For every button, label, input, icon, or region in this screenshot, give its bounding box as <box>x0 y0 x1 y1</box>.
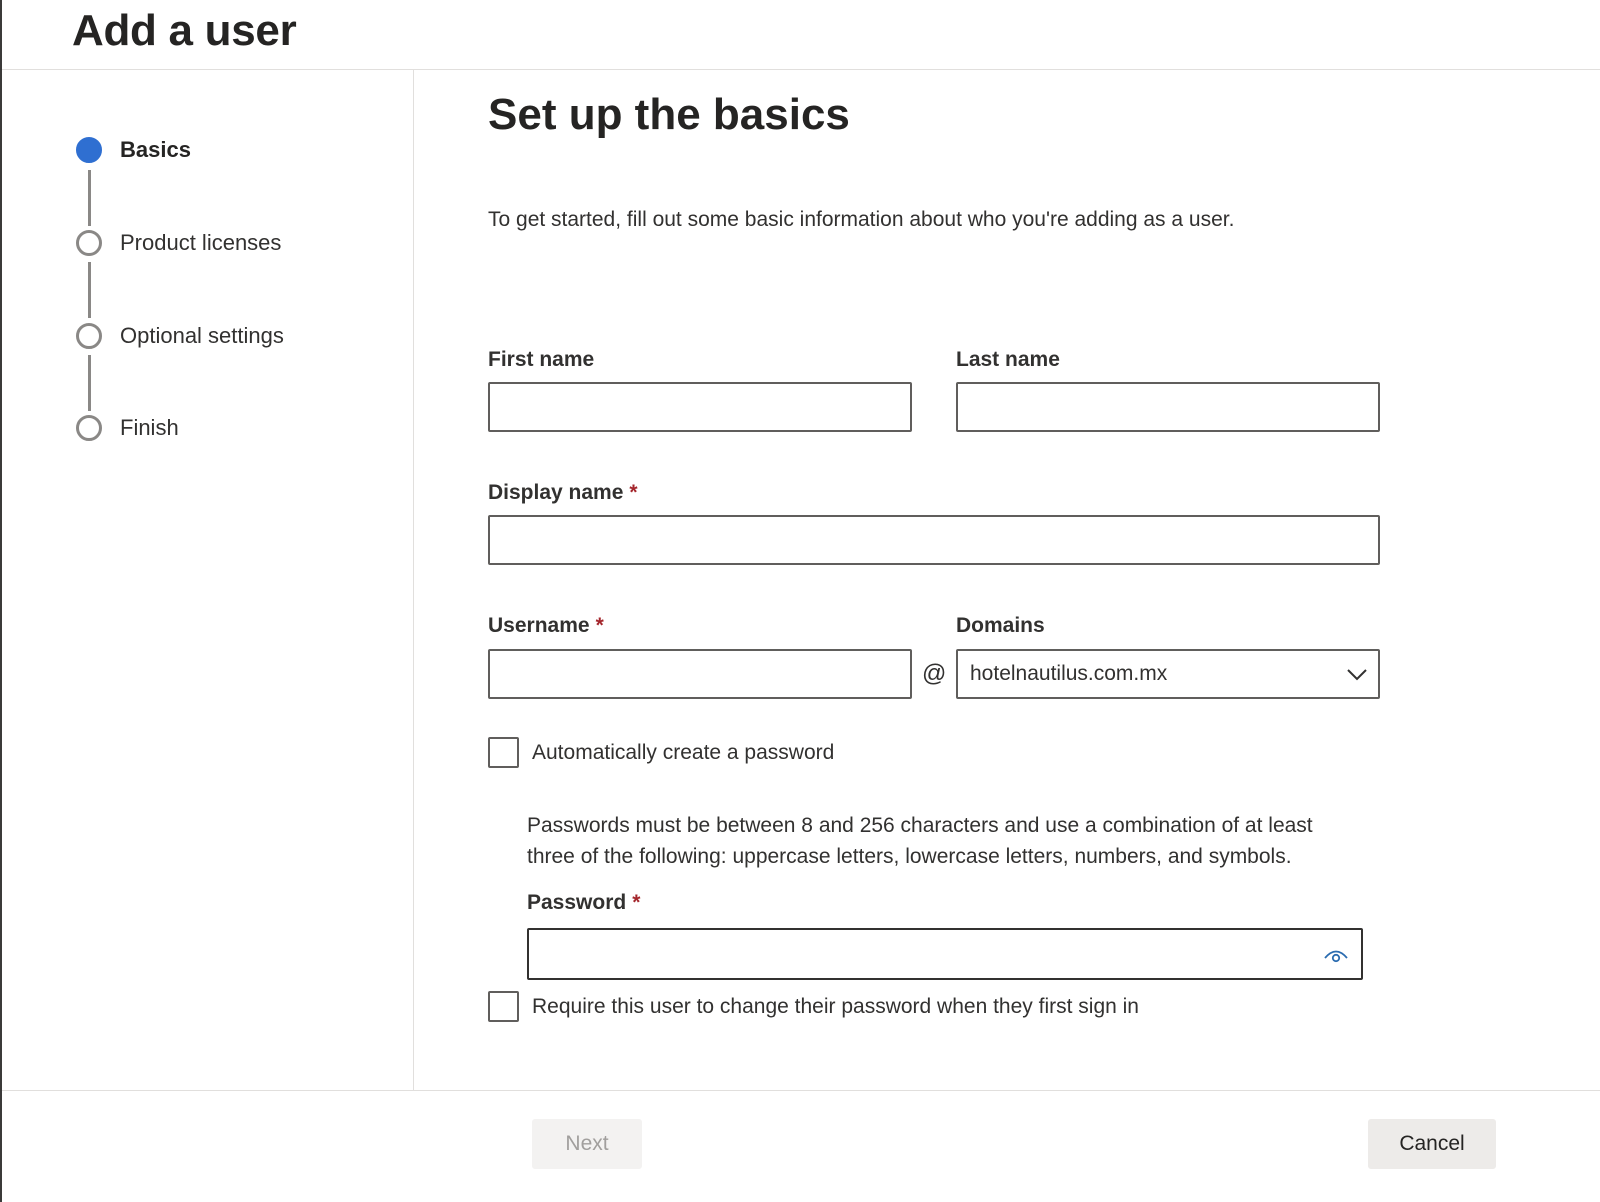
require-change-label: Require this user to change their passwo… <box>532 994 1139 1018</box>
require-change-option[interactable]: Require this user to change their passwo… <box>488 991 1139 1022</box>
domains-dropdown[interactable]: hotelnautilus.com.mx <box>956 649 1380 699</box>
password-label-text: Password <box>527 891 627 914</box>
auto-password-checkbox[interactable] <box>488 737 519 768</box>
required-marker: * <box>595 614 604 637</box>
domains-selected-value: hotelnautilus.com.mx <box>970 662 1168 685</box>
step-connector <box>88 355 91 411</box>
password-input[interactable] <box>527 928 1363 980</box>
form-intro: To get started, fill out some basic info… <box>488 208 1235 231</box>
step-optional-settings[interactable]: Optional settings <box>76 321 284 351</box>
auto-password-label: Automatically create a password <box>532 740 835 764</box>
domains-label: Domains <box>956 614 1045 637</box>
panel-title: Add a user <box>72 6 297 55</box>
display-name-label-text: Display name <box>488 481 624 504</box>
form-title: Set up the basics <box>488 90 850 139</box>
wizard-steps: Basics Product licenses Optional setting… <box>2 70 414 1112</box>
step-pending-icon <box>76 323 102 349</box>
username-label-text: Username <box>488 614 590 637</box>
auto-password-option[interactable]: Automatically create a password <box>488 737 834 768</box>
step-label: Basics <box>120 137 191 162</box>
cancel-button[interactable]: Cancel <box>1368 1119 1496 1169</box>
display-name-label: Display name * <box>488 481 638 505</box>
required-marker: * <box>629 481 638 504</box>
password-label: Password * <box>527 891 640 915</box>
require-change-checkbox[interactable] <box>488 991 519 1022</box>
chevron-down-icon <box>1347 669 1367 681</box>
step-product-licenses[interactable]: Product licenses <box>76 228 281 258</box>
step-current-icon <box>76 137 102 163</box>
at-sign: @ <box>922 660 947 687</box>
password-requirements: Passwords must be between 8 and 256 char… <box>527 814 1313 868</box>
eye-icon[interactable] <box>1323 943 1349 967</box>
panel-footer: Next Cancel <box>2 1090 1600 1202</box>
panel-header: Add a user <box>2 0 1600 70</box>
step-pending-icon <box>76 230 102 256</box>
step-basics[interactable]: Basics <box>76 135 191 165</box>
username-input[interactable] <box>488 649 912 699</box>
next-button[interactable]: Next <box>532 1119 642 1169</box>
first-name-label: First name <box>488 348 595 371</box>
step-pending-icon <box>76 415 102 441</box>
last-name-label: Last name <box>956 348 1060 371</box>
step-label: Finish <box>120 415 179 440</box>
step-connector <box>88 262 91 318</box>
last-name-input[interactable] <box>956 382 1380 432</box>
step-finish[interactable]: Finish <box>76 413 179 443</box>
display-name-input[interactable] <box>488 515 1380 565</box>
required-marker: * <box>632 891 641 914</box>
step-connector <box>88 170 91 226</box>
first-name-input[interactable] <box>488 382 912 432</box>
username-label: Username * <box>488 614 604 638</box>
step-label: Product licenses <box>120 230 282 255</box>
step-label: Optional settings <box>120 323 284 348</box>
